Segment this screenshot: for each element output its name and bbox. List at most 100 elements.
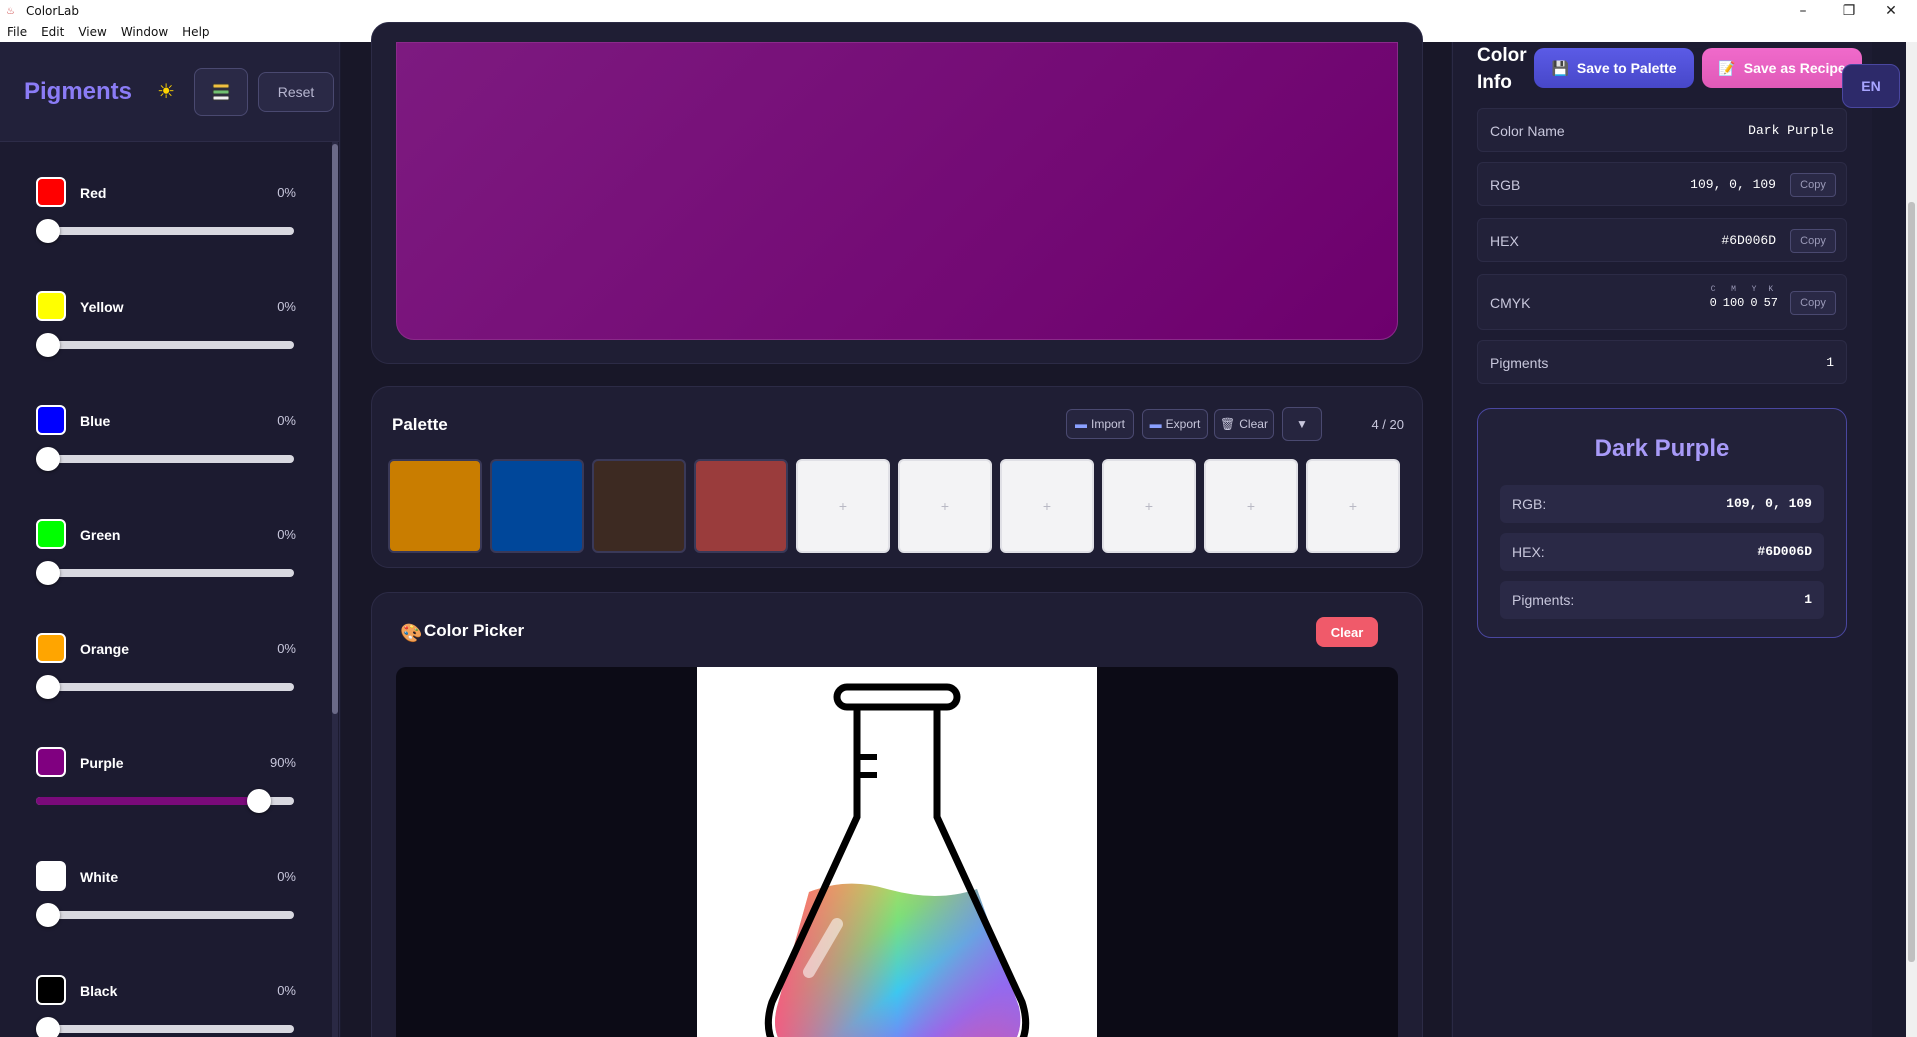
pigment-percent-purple: 90% xyxy=(269,755,296,770)
pigment-slider-handle-yellow[interactable] xyxy=(36,333,60,357)
palette-swatch[interactable] xyxy=(388,459,482,553)
cmyk-letter-m: M xyxy=(1731,285,1736,294)
window-scrollbar[interactable] xyxy=(1906,42,1917,1037)
close-button[interactable]: ✕ xyxy=(1868,0,1914,22)
pigments-scroll-thumb[interactable] xyxy=(332,144,338,714)
rgb-value: 109, 0, 109 xyxy=(1690,177,1776,192)
hex-label: HEX xyxy=(1490,233,1519,249)
pigment-swatch-purple xyxy=(36,747,66,777)
picker-canvas[interactable] xyxy=(396,667,1398,1037)
save-to-palette-label: Save to Palette xyxy=(1576,60,1677,76)
pigment-slider-handle-red[interactable] xyxy=(36,219,60,243)
window-scroll-thumb[interactable] xyxy=(1908,202,1915,962)
color-name-value: Dark Purple xyxy=(1748,123,1834,138)
pigment-name-orange: Orange xyxy=(80,641,130,657)
pigments-count-row: Pigments 1 xyxy=(1477,340,1847,384)
pigment-slider-black[interactable] xyxy=(36,1025,294,1033)
pigment-percent-yellow: 0% xyxy=(277,299,296,314)
cmyk-k-value: 57 xyxy=(1763,296,1778,310)
pigment-row-red: Red 0% xyxy=(36,177,296,267)
rgb-label: RGB xyxy=(1490,177,1521,193)
palette-toggle-button[interactable]: ▼ xyxy=(1282,407,1322,441)
pigment-percent-black: 0% xyxy=(277,983,296,998)
palette-empty-slot[interactable]: + xyxy=(796,459,890,553)
pigment-name-red: Red xyxy=(80,185,107,201)
pigment-percent-blue: 0% xyxy=(277,413,296,428)
save-as-recipe-button[interactable]: 📝 Save as Recipe xyxy=(1702,48,1862,88)
palette-empty-slot[interactable]: + xyxy=(898,459,992,553)
pigment-swatch-black xyxy=(36,975,66,1005)
clear-palette-button[interactable]: 🗑 Clear xyxy=(1214,409,1274,439)
export-button[interactable]: ▬ Export xyxy=(1142,409,1208,439)
pigment-slider-handle-purple[interactable] xyxy=(247,789,271,813)
pigment-slider-white[interactable] xyxy=(36,911,294,919)
pigment-swatch-yellow xyxy=(36,291,66,321)
palette-empty-slot[interactable]: + xyxy=(1204,459,1298,553)
pigment-swatch-red xyxy=(36,177,66,207)
palette-empty-slot[interactable]: + xyxy=(1306,459,1400,553)
pigment-slider-blue[interactable] xyxy=(36,455,294,463)
pigment-row-green: Green 0% xyxy=(36,519,296,609)
layers-button[interactable] xyxy=(194,67,249,116)
sun-icon[interactable]: ☀ xyxy=(148,74,184,110)
summary-rgb-row: RGB: 109, 0, 109 xyxy=(1500,485,1824,523)
pigment-slider-handle-black[interactable] xyxy=(36,1017,60,1037)
menu-edit[interactable]: Edit xyxy=(34,25,71,39)
flask-image[interactable] xyxy=(697,667,1097,1037)
restore-button[interactable]: ❐ xyxy=(1826,0,1872,22)
summary-rgb-value: 109, 0, 109 xyxy=(1726,496,1812,511)
import-button[interactable]: ▬ Import xyxy=(1066,409,1134,439)
menu-window[interactable]: Window xyxy=(114,25,175,39)
copy-hex-button[interactable]: Copy xyxy=(1790,229,1836,253)
reset-button[interactable]: Reset xyxy=(258,71,335,112)
app-icon: ♨ xyxy=(6,5,15,17)
pigment-slider-red[interactable] xyxy=(36,227,294,235)
pigment-row-blue: Blue 0% xyxy=(36,405,296,495)
summary-hex-label: HEX: xyxy=(1512,544,1545,560)
menu-view[interactable]: View xyxy=(71,25,113,39)
pigments-count-value: 1 xyxy=(1826,355,1834,370)
pigment-name-green: Green xyxy=(80,527,121,543)
save-to-palette-button[interactable]: 💾 Save to Palette xyxy=(1534,48,1694,88)
summary-rgb-label: RGB: xyxy=(1512,496,1547,512)
pigment-name-white: White xyxy=(80,869,119,885)
summary-pigments-label: Pigments: xyxy=(1512,592,1575,608)
pigment-slider-orange[interactable] xyxy=(36,683,294,691)
pigment-slider-handle-blue[interactable] xyxy=(36,447,60,471)
cmyk-letter-c: C xyxy=(1710,285,1716,294)
language-button[interactable]: EN xyxy=(1842,64,1900,108)
pigment-name-yellow: Yellow xyxy=(80,299,124,315)
pigment-slider-green[interactable] xyxy=(36,569,294,577)
color-summary-card: Dark Purple RGB: 109, 0, 109 HEX: #6D006… xyxy=(1477,408,1847,638)
triangle-down-icon: ▼ xyxy=(1296,417,1308,431)
palette-empty-slot[interactable]: + xyxy=(1102,459,1196,553)
pigment-slider-handle-white[interactable] xyxy=(36,903,60,927)
rgb-row: RGB 109, 0, 109 Copy xyxy=(1477,162,1847,206)
summary-pigments-row: Pigments: 1 xyxy=(1500,581,1824,619)
color-name-label: Color Name xyxy=(1490,123,1565,139)
palette-swatch[interactable] xyxy=(490,459,584,553)
palette-swatch[interactable] xyxy=(694,459,788,553)
hex-value: #6D006D xyxy=(1721,233,1776,248)
menu-help[interactable]: Help xyxy=(175,25,216,39)
pigment-name-blue: Blue xyxy=(80,413,111,429)
clear-picker-button[interactable]: Clear xyxy=(1316,617,1378,647)
copy-cmyk-button[interactable]: Copy xyxy=(1790,291,1836,315)
pigments-count-label: Pigments xyxy=(1490,355,1549,371)
pigment-slider-yellow[interactable] xyxy=(36,341,294,349)
pigment-slider-handle-orange[interactable] xyxy=(36,675,60,699)
palette-swatch[interactable] xyxy=(592,459,686,553)
recipe-icon: 📝 xyxy=(1718,59,1736,76)
summary-hex-value: #6D006D xyxy=(1757,544,1812,559)
pigment-percent-white: 0% xyxy=(277,869,296,884)
minimize-button[interactable]: – xyxy=(1780,0,1826,22)
import-label: Import xyxy=(1090,417,1125,431)
pigment-slider-handle-green[interactable] xyxy=(36,561,60,585)
window-title: ColorLab xyxy=(26,4,79,18)
cmyk-letter-y: Y xyxy=(1751,285,1757,294)
copy-rgb-button[interactable]: Copy xyxy=(1790,173,1836,197)
palette-empty-slot[interactable]: + xyxy=(1000,459,1094,553)
summary-pigments-value: 1 xyxy=(1804,592,1812,607)
pigments-panel: Pigments ☀ Reset Red 0% Yellow 0% Blue 0% Gree… xyxy=(0,42,340,1037)
menu-file[interactable]: File xyxy=(0,25,34,39)
